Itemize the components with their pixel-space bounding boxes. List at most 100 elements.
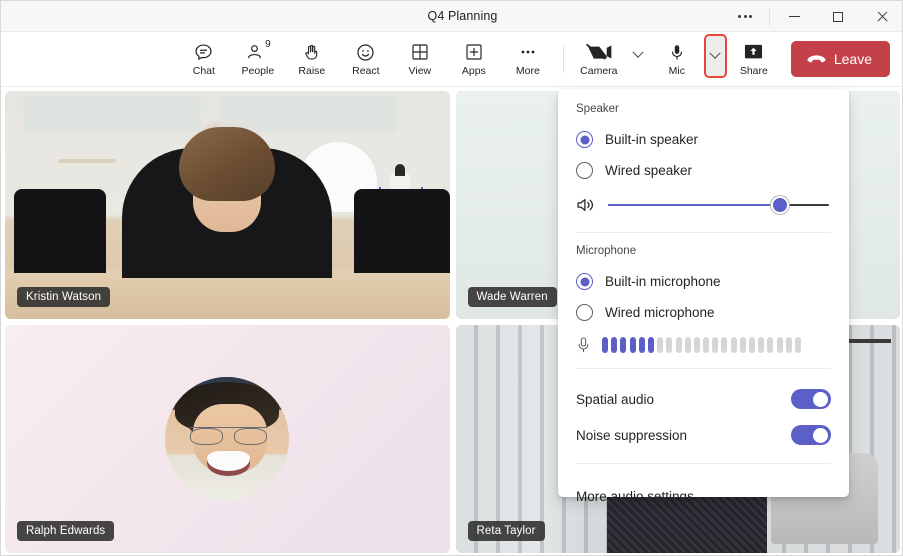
volume-slider-fill [608,204,780,206]
toolbar-label-share: Share [740,65,768,77]
level-bar [685,337,691,353]
toolbar-device-group: Camera Mic [572,35,781,83]
panel-divider [576,463,831,464]
toolbar-primary-group: Chat 9 People [177,35,555,83]
spatial-audio-toggle[interactable] [791,389,831,409]
camera-dropdown-button[interactable] [626,31,650,79]
toolbar-button-raise[interactable]: Raise [285,35,339,83]
people-count-badge: 9 [265,39,271,50]
teams-meeting-window: Q4 Planning [0,0,903,556]
level-bar [749,337,755,353]
toolbar-divider [563,45,564,73]
speaker-option-built-in[interactable]: Built-in speaker [576,124,831,155]
participant-video-feed [5,91,450,319]
more-audio-settings-link[interactable]: More audio settings [576,476,831,516]
microphone-option-built-in[interactable]: Built-in microphone [576,266,831,297]
microphone-icon [576,336,591,354]
volume-slider-row [576,188,831,222]
level-bar [648,337,654,353]
level-bar [740,337,746,353]
panel-divider [576,368,831,369]
toolbar-button-share[interactable]: Share [727,35,781,83]
toolbar-label-view: View [409,65,432,77]
radio-button-icon[interactable] [576,162,593,179]
spatial-audio-label: Spatial audio [576,392,654,407]
noise-suppression-toggle[interactable] [791,425,831,445]
level-bar [666,337,672,353]
participant-name-chip: Kristin Watson [17,287,110,307]
people-icon: 9 [245,41,271,63]
level-bar [712,337,718,353]
level-bar [795,337,801,353]
view-grid-icon [410,41,430,63]
leave-button-label: Leave [834,51,872,67]
toolbar-label-raise: Raise [298,65,325,77]
radio-button-icon[interactable] [576,273,593,290]
toolbar-button-more[interactable]: More [501,35,555,83]
microphone-option-label: Built-in microphone [605,274,721,289]
level-bar [611,337,617,353]
speaker-volume-icon [576,196,596,214]
raise-hand-icon [302,41,321,63]
level-bar [731,337,737,353]
leave-button[interactable]: Leave [791,41,890,77]
microphone-option-wired[interactable]: Wired microphone [576,297,831,328]
level-bars [602,337,831,353]
level-bar [777,337,783,353]
video-tile-kristin-watson[interactable]: Kristin Watson [5,91,450,319]
noise-suppression-row[interactable]: Noise suppression [576,417,831,453]
toolbar-label-react: React [352,65,379,77]
level-bar [786,337,792,353]
minimize-icon [789,16,800,17]
speaker-option-label: Built-in speaker [605,132,698,147]
chevron-down-icon [710,48,721,59]
title-bar: Q4 Planning [1,1,903,32]
panel-divider [576,232,831,233]
toolbar-button-mic[interactable]: Mic [650,35,704,83]
volume-slider-thumb[interactable] [773,198,787,212]
radio-button-icon[interactable] [576,304,593,321]
minimize-button[interactable] [772,1,816,32]
chevron-down-icon [632,47,643,58]
maximize-button[interactable] [816,1,860,32]
toolbar-label-more: More [516,65,540,77]
apps-plus-icon [464,41,484,63]
level-bar [703,337,709,353]
level-bar [657,337,663,353]
toolbar-button-chat[interactable]: Chat [177,35,231,83]
mic-dropdown-button[interactable] [704,34,727,78]
microphone-icon [668,41,686,63]
toolbar-label-chat: Chat [193,65,215,77]
toolbar-button-camera[interactable]: Camera [572,35,626,83]
level-bar [620,337,626,353]
meeting-toolbar: Chat 9 People [1,32,903,87]
level-bar [602,337,608,353]
level-bar [767,337,773,353]
radio-button-icon[interactable] [576,131,593,148]
audio-settings-panel: Speaker Built-in speaker Wired speaker [558,89,849,497]
level-bar [630,337,636,353]
toolbar-label-apps: Apps [462,65,486,77]
toolbar-label-mic: Mic [669,65,685,77]
volume-slider[interactable] [608,204,829,206]
microphone-level-meter [576,332,831,358]
participant-name-chip: Ralph Edwards [17,521,114,541]
participant-name-chip: Wade Warren [468,287,557,307]
share-screen-icon [743,41,764,63]
level-bar [676,337,682,353]
toolbar-label-people: People [241,65,274,77]
microphone-option-label: Wired microphone [605,305,715,320]
video-tile-ralph-edwards[interactable]: Ralph Edwards [5,325,450,553]
microphone-section-label: Microphone [576,245,831,257]
level-bar [758,337,764,353]
speaker-option-label: Wired speaker [605,163,692,178]
toolbar-button-apps[interactable]: Apps [447,35,501,83]
more-options-button[interactable] [723,1,767,32]
ellipsis-icon [738,15,752,18]
toolbar-button-people[interactable]: 9 People [231,35,285,83]
toolbar-button-react[interactable]: React [339,35,393,83]
close-button[interactable] [860,1,903,32]
speaker-option-wired[interactable]: Wired speaker [576,155,831,186]
toolbar-button-view[interactable]: View [393,35,447,83]
spatial-audio-row[interactable]: Spatial audio [576,381,831,417]
